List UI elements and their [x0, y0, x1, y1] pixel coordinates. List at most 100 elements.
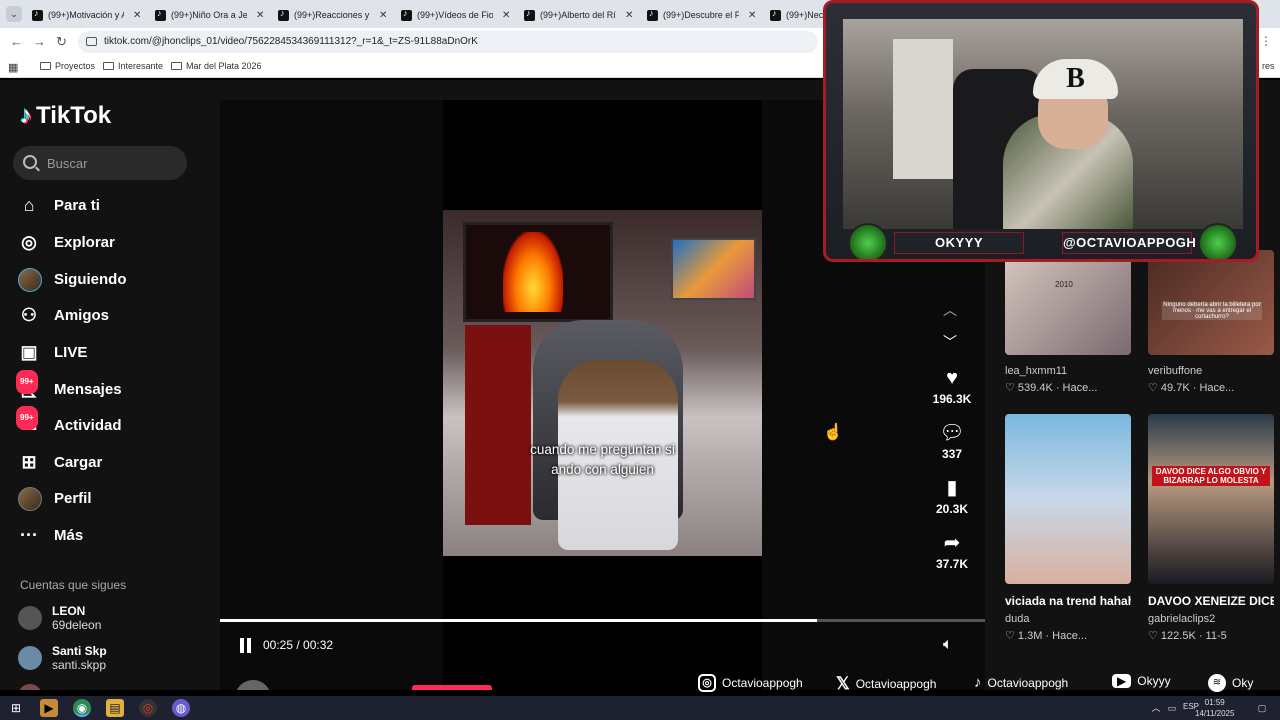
following-account[interactable]: Santi Skp santi.skpp [18, 644, 107, 672]
fireplace-image [503, 232, 563, 312]
avatar [18, 606, 42, 630]
video-progress-bar[interactable] [220, 619, 985, 622]
nav-mas[interactable]: ··· Más [18, 520, 198, 550]
chrome-icon[interactable]: ◉ [73, 699, 91, 717]
nav-para-ti[interactable]: ⌂ Para ti [18, 190, 198, 220]
nav-cargar[interactable]: ⊞ Cargar [18, 447, 198, 477]
windows-start-icon[interactable]: ⊞ [7, 699, 25, 717]
next-video-icon[interactable]: ﹀ [943, 332, 957, 352]
social-spotify: ≋ Oky [1208, 674, 1253, 692]
following-account[interactable]: LEON 69deleon [18, 604, 101, 632]
browser-tab[interactable]: (99+)Niño Ora a Jesú✕ [149, 4, 269, 26]
tiktok-logo[interactable]: ♪ TikTok [20, 102, 111, 130]
red-cabinet [465, 325, 531, 525]
upload-icon: ⊞ [21, 452, 37, 472]
recommended-video-card[interactable]: DAVOO DICE ALGO OBVIO Y BIZARRAP LO MOLE… [1148, 414, 1274, 642]
nav-live[interactable]: ▣ LIVE [18, 337, 198, 367]
tiktok-note-icon: ♪ [20, 102, 32, 129]
home-icon: ⌂ [23, 195, 35, 215]
more-icon: ··· [20, 525, 38, 545]
volume-icon[interactable]: 🔈︎ [943, 636, 953, 654]
social-tiktok: ♪ Octavioappogh [974, 674, 1069, 691]
bookmark-icon: ▮ [946, 477, 958, 499]
video-frame[interactable] [443, 210, 762, 556]
social-youtube: ▶ Okyyy [1112, 674, 1171, 688]
recommended-video-card[interactable]: viciada na trend hahahah @Mari #fyp duda… [1005, 414, 1131, 642]
close-icon[interactable]: ✕ [502, 10, 510, 21]
nav-siguiendo[interactable]: Siguiendo [18, 264, 198, 294]
close-icon[interactable]: ✕ [379, 10, 387, 21]
share-button[interactable]: ➦ 37.7K [932, 531, 972, 571]
comment-icon: 💬︎ [939, 422, 965, 444]
nav-explorar[interactable]: ◎ Explorar [18, 227, 198, 257]
reload-icon[interactable]: ↻ [56, 34, 67, 50]
bookmark-folder[interactable]: Interesante [103, 61, 163, 71]
tiktok-favicon-icon [770, 8, 781, 21]
video-progress-fill [220, 619, 817, 622]
browser-tab[interactable]: (99+)Descubre el Pro✕ [641, 4, 761, 26]
all-bookmarks[interactable]: res [1262, 61, 1275, 71]
share-icon: ➦ [943, 532, 961, 554]
stream-webcam-overlay: B OKYYY @OCTAVIOAPPOGH [823, 0, 1259, 262]
tab-search-button[interactable]: ⌄ [6, 6, 22, 22]
close-icon[interactable]: ✕ [625, 10, 633, 21]
stream-social-bar: ◎ Octavioappogh 𝕏 Octavioappogh ♪ Octavioap… [690, 672, 1280, 694]
close-icon[interactable]: ✕ [133, 10, 141, 21]
system-clock[interactable]: 01:59 14/11/2025 [1195, 697, 1234, 719]
nav-actividad[interactable]: ▭99+Actividad [16, 406, 198, 440]
bookmark-folder[interactable]: Proyectos [40, 61, 95, 71]
compass-icon: ◎ [21, 232, 37, 252]
previous-video-icon[interactable]: ︿ [943, 300, 957, 320]
nav-amigos[interactable]: ⚇ Amigos [18, 300, 198, 330]
browser-tab[interactable]: (99+)Vídeos de Fiore✕ [395, 4, 515, 26]
streamer-name-right: @OCTAVIOAPPOGH [1062, 232, 1196, 254]
browser-menu-icon[interactable]: ⋮ [1260, 34, 1272, 48]
webcam-feed: B [843, 19, 1243, 229]
file-explorer-icon[interactable]: ▤ [106, 699, 124, 717]
forward-arrow-icon[interactable]: → [33, 34, 46, 49]
recommended-video-card[interactable]: Ninguno debería abrir la billetera por m… [1148, 250, 1274, 394]
youtube-icon: ▶ [1112, 674, 1132, 688]
video-author[interactable]: jhonclips_01 [235, 680, 380, 690]
follow-button[interactable] [412, 685, 492, 690]
heart-icon: ♥ [946, 367, 958, 389]
avatar [18, 646, 42, 670]
browser-tab[interactable]: (99+)Alberto del Río✕ [518, 4, 638, 26]
back-arrow-icon[interactable]: ← [10, 34, 23, 49]
tiktok-favicon-icon [32, 8, 43, 21]
close-icon[interactable]: ✕ [748, 10, 756, 21]
nav-perfil[interactable]: Perfil [18, 483, 198, 513]
video-thumbnail: Ninguno debería abrir la billetera por m… [1148, 250, 1274, 355]
save-button[interactable]: ▮ 20.3K [932, 476, 972, 516]
avatar [18, 684, 42, 690]
live-icon: ▣ [20, 342, 38, 362]
folder-icon [171, 62, 182, 70]
url-input[interactable]: tiktok.com/@jhonclips_01/video/756228453… [78, 31, 818, 53]
browser-tab[interactable]: (99+)Reacciones y M✕ [272, 4, 392, 26]
notifications-icon[interactable]: ▢ [1253, 699, 1271, 717]
close-icon[interactable]: ✕ [256, 10, 264, 21]
search-box[interactable] [13, 146, 187, 180]
pause-icon[interactable] [238, 638, 254, 654]
video-thumbnail [1005, 414, 1131, 584]
search-icon [23, 155, 37, 169]
notification-badge: 99+ [16, 370, 38, 394]
social-x: 𝕏 Octavioappogh [836, 674, 937, 693]
comment-button[interactable]: 💬︎ 337 [932, 421, 972, 461]
search-input[interactable] [47, 146, 177, 180]
following-account[interactable]: marturcardillo [18, 684, 133, 690]
streamer-logo-icon [1198, 223, 1238, 259]
media-player-icon[interactable]: ▶ [40, 699, 58, 717]
site-info-icon[interactable] [86, 37, 97, 46]
browser-tab[interactable]: (99+)Motivación y Au✕ [26, 4, 146, 26]
obs-icon[interactable]: ◎ [139, 699, 157, 717]
network-icon[interactable]: ▭ [1163, 699, 1181, 717]
like-button[interactable]: ♥ 196.3K [932, 366, 972, 406]
browser-tab[interactable]: (99+)Nece [764, 4, 824, 26]
streamer-name-left: OKYYY [894, 232, 1024, 254]
discord-icon[interactable]: ◍ [172, 699, 190, 717]
apps-grid-icon[interactable]: ▦ [8, 61, 18, 74]
nav-mensajes[interactable]: ◺99+Mensajes [16, 370, 198, 404]
bookmark-folder[interactable]: Mar del Plata 2026 [171, 61, 262, 71]
recommended-video-card[interactable]: 2010 lea_hxmm11 ♡ 539.4K · Hace... [1005, 250, 1131, 394]
